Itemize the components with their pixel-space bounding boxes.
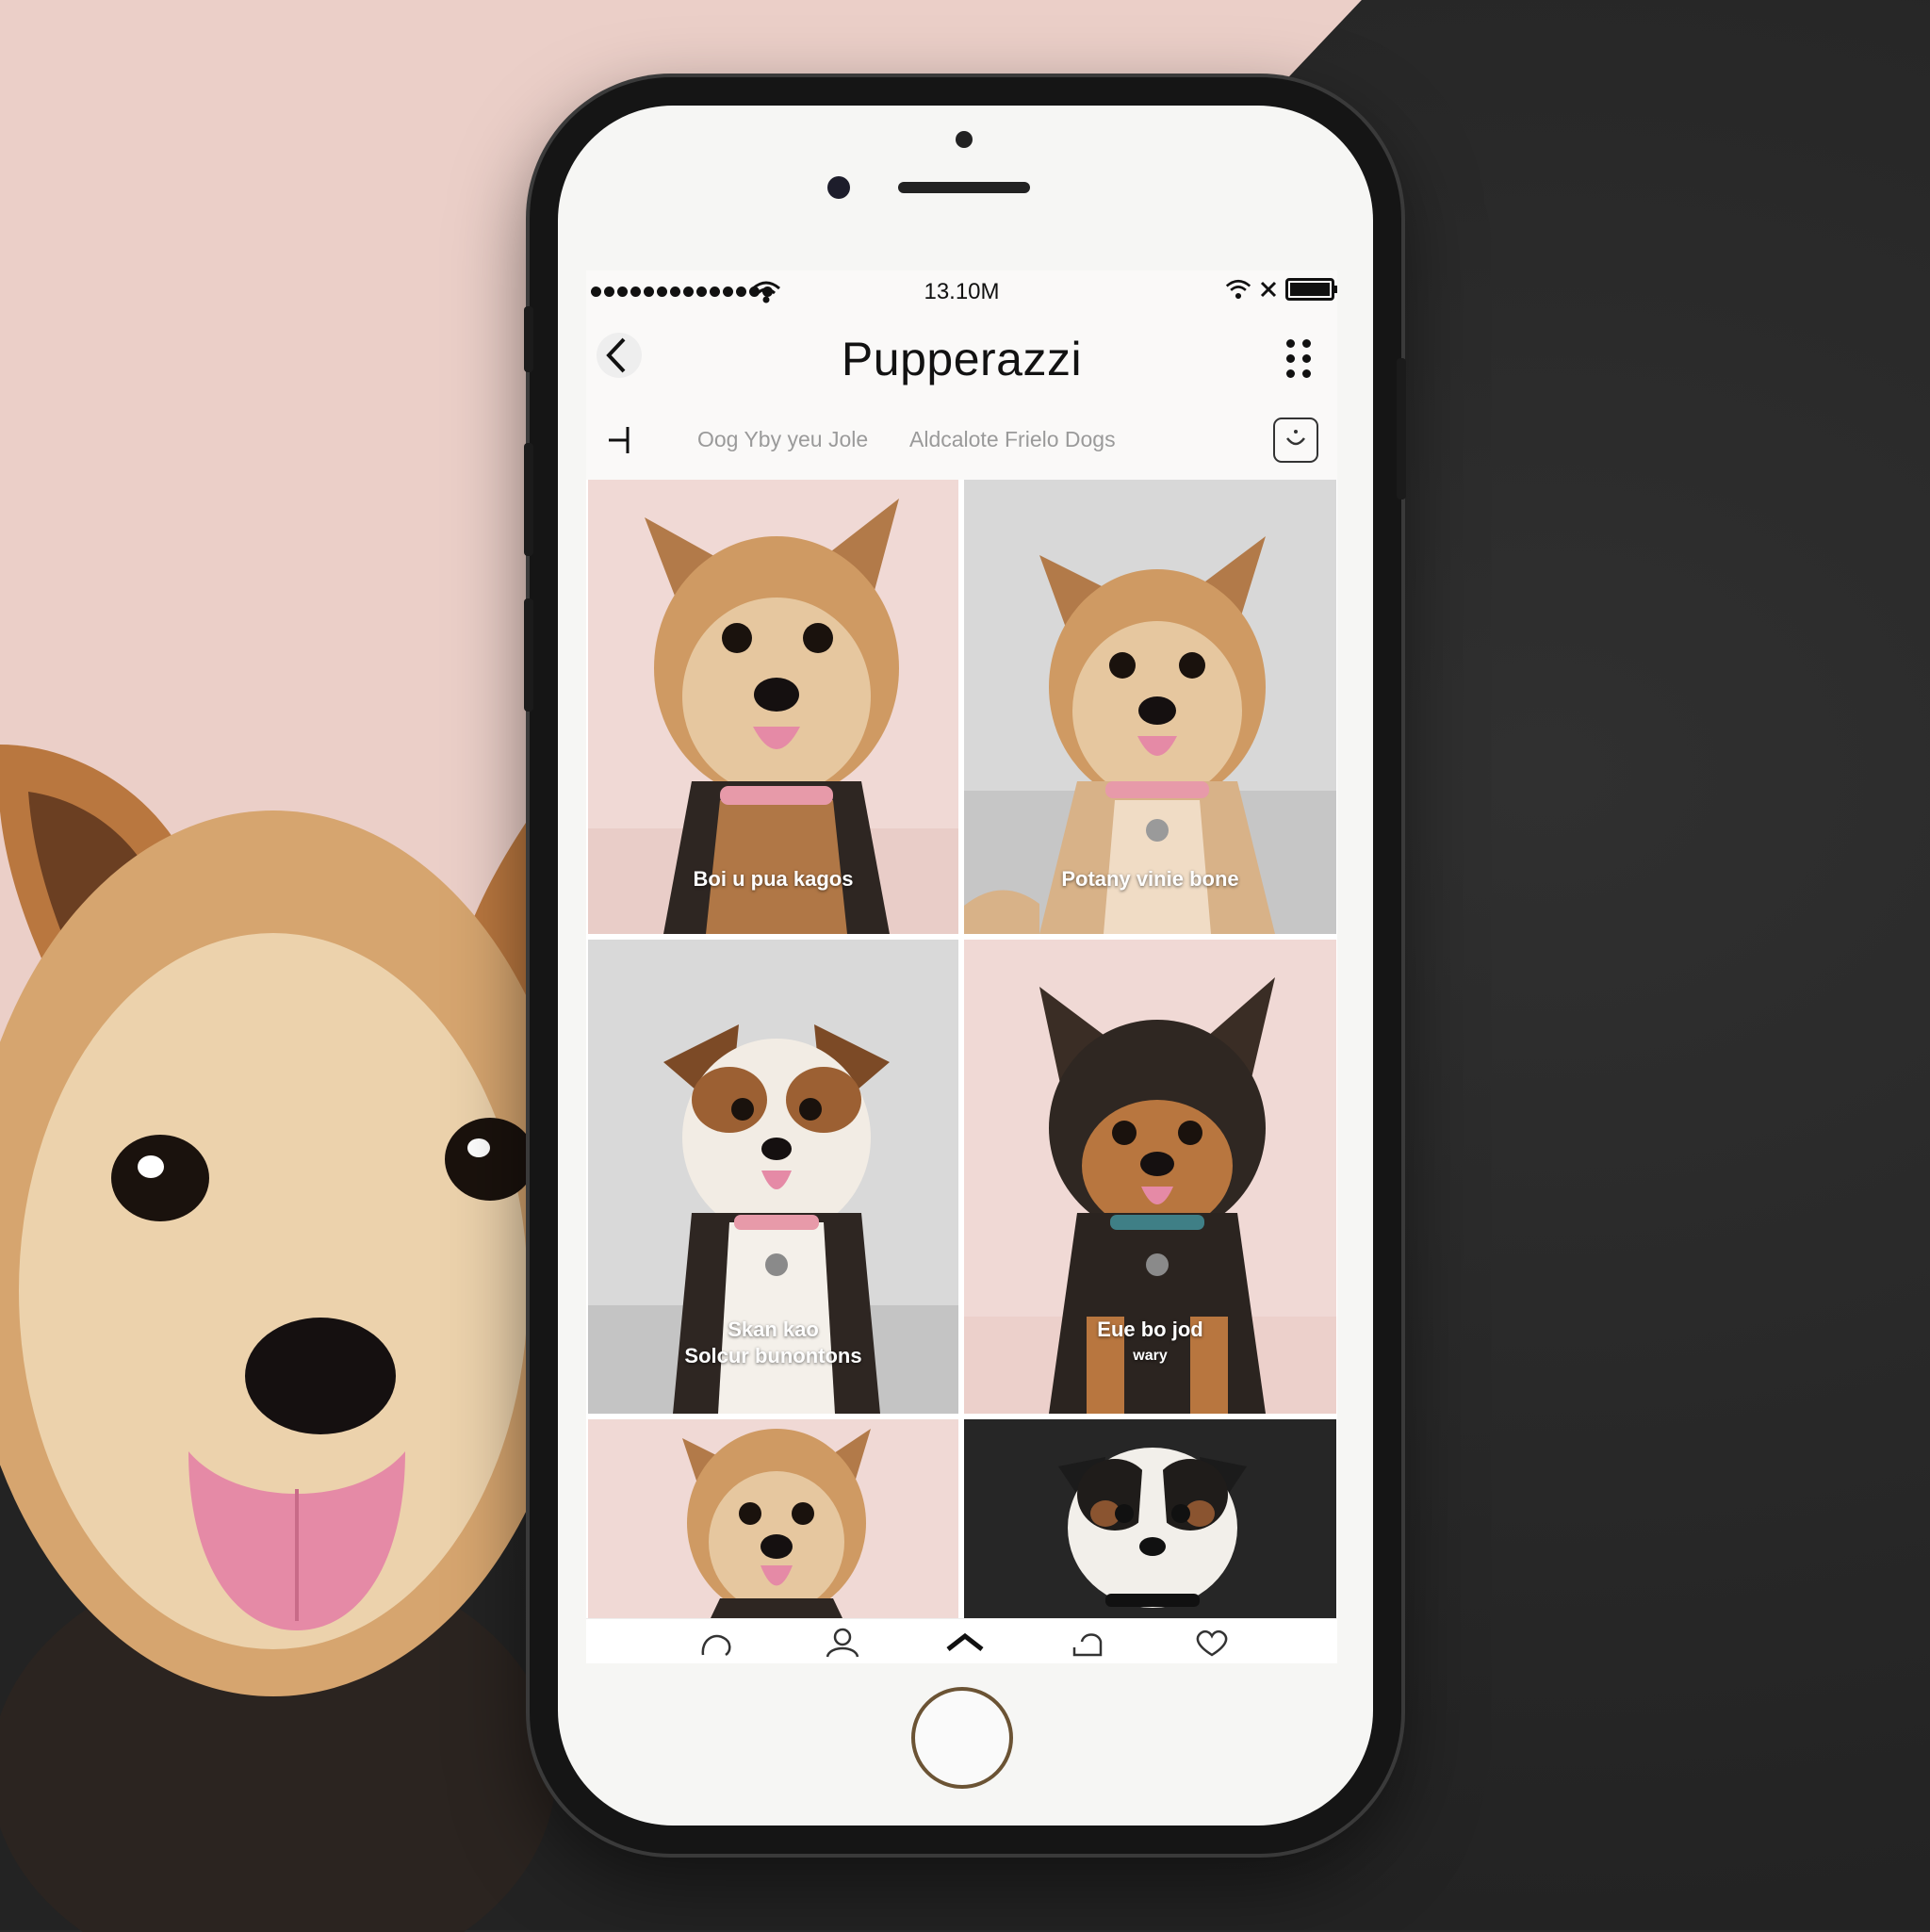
large-yorkie-illustration xyxy=(0,745,584,1932)
tile-caption-line: wary xyxy=(1133,1348,1168,1364)
app-title: Pupperazzi xyxy=(841,333,1083,385)
battery-icon xyxy=(1285,278,1337,301)
photo-tile[interactable] xyxy=(964,1419,1336,1618)
smiley-icon xyxy=(1286,430,1305,446)
volume-down-button xyxy=(524,598,533,712)
chat-icon[interactable] xyxy=(697,1627,739,1659)
photo-tile[interactable]: Potany vinie bone xyxy=(964,480,1336,934)
smiley-filter-button[interactable] xyxy=(1273,418,1318,463)
wifi-icon xyxy=(1225,279,1251,300)
tile-caption-line: Solcur bunontons xyxy=(684,1344,862,1367)
tile-caption: Eue bo jod wary xyxy=(964,1317,1336,1369)
profile-icon[interactable] xyxy=(822,1627,863,1659)
message-icon[interactable] xyxy=(1069,1627,1110,1659)
earpiece-speaker xyxy=(898,182,1030,193)
yorkie-photo xyxy=(682,1429,871,1618)
add-post-icon[interactable] xyxy=(605,423,639,457)
photo-tile[interactable]: Skan kao Solcur bunontons xyxy=(588,940,958,1414)
no-signal-icon xyxy=(1260,281,1277,298)
filter-bar: Oog Yby yeu Jole Aldcalote Frielo Dogs xyxy=(586,402,1337,480)
photo-tile[interactable] xyxy=(588,1419,958,1618)
mute-switch xyxy=(524,306,533,372)
tile-caption-line: Eue bo jod xyxy=(1097,1318,1203,1341)
home-caret-icon[interactable] xyxy=(944,1627,986,1659)
power-button xyxy=(1397,358,1406,499)
nav-bar: Pupperazzi xyxy=(586,313,1337,404)
tile-caption: Skan kao Solcur bunontons xyxy=(588,1317,958,1369)
front-camera xyxy=(827,176,850,199)
dog-photo xyxy=(1058,1448,1247,1608)
home-button[interactable] xyxy=(911,1687,1013,1789)
photo-tile[interactable]: Boi u pua kagos xyxy=(588,480,958,934)
tile-caption: Potany vinie bone xyxy=(1061,867,1239,891)
tile-caption-line: Skan kao xyxy=(728,1318,819,1341)
photo-tile[interactable]: Eue bo jod wary xyxy=(964,940,1336,1414)
heart-icon[interactable] xyxy=(1191,1627,1233,1659)
proximity-sensor xyxy=(956,131,973,148)
app-screen: 13.10M Pupperazzi Oog Yby yeu Jole Aldca… xyxy=(586,270,1337,1663)
filter-tab-2[interactable]: Aldcalote Frielo Dogs xyxy=(909,427,1116,452)
volume-up-button xyxy=(524,443,533,556)
tile-caption: Boi u pua kagos xyxy=(693,867,854,891)
more-options-button[interactable] xyxy=(1286,339,1311,378)
filter-tab-1[interactable]: Oog Yby yeu Jole xyxy=(697,427,868,452)
bottom-tab-bar xyxy=(586,1618,1337,1663)
status-bar: 13.10M xyxy=(586,270,1337,313)
status-right-group xyxy=(1225,278,1337,301)
